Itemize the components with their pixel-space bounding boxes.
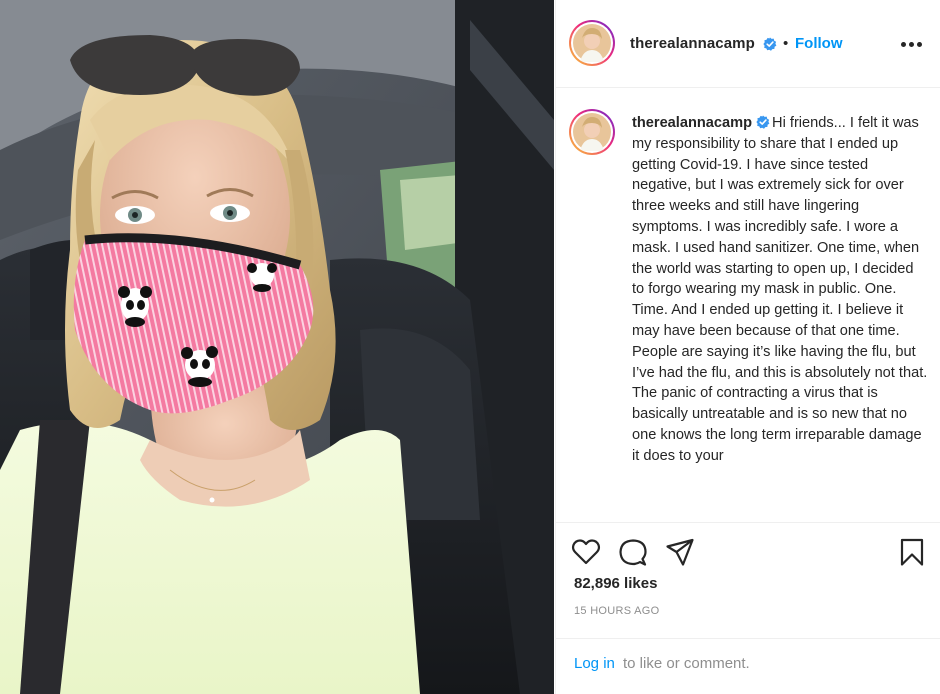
login-prompt-text: to like or comment. (623, 655, 750, 672)
caption-username[interactable]: therealannacamp (632, 115, 752, 131)
caption-avatar[interactable] (569, 109, 615, 155)
more-options-icon[interactable] (901, 42, 923, 48)
verified-badge-icon (763, 37, 777, 51)
post-timestamp[interactable]: 15 HOURS AGO (574, 605, 660, 617)
caption-avatar-image (573, 113, 611, 151)
caption-body: Hi friends... I felt it was my responsib… (632, 115, 928, 464)
follow-button[interactable]: Follow (795, 35, 843, 52)
caption-text: therealannacamp Hi friends... I felt it w… (632, 113, 928, 467)
bookmark-icon[interactable] (897, 537, 927, 567)
avatar-image (573, 24, 611, 62)
post-header: therealannacamp • Follow (556, 0, 940, 88)
follow-separator: • (783, 35, 789, 52)
login-link[interactable]: Log in (574, 655, 615, 672)
header-username[interactable]: therealannacamp (630, 35, 755, 52)
post-sidebar: therealannacamp • Follow therealannacamp… (555, 0, 940, 694)
paper-plane-icon[interactable] (665, 537, 695, 567)
post-photo (0, 0, 554, 694)
comment-icon[interactable] (618, 537, 648, 567)
avatar[interactable] (569, 20, 615, 66)
heart-icon[interactable] (571, 537, 601, 567)
verified-badge-icon (756, 115, 770, 129)
selfie-image (0, 0, 554, 694)
caption-section: therealannacamp Hi friends... I felt it w… (556, 89, 940, 522)
likes-count[interactable]: 82,896 likes (574, 575, 657, 592)
divider (556, 638, 940, 639)
